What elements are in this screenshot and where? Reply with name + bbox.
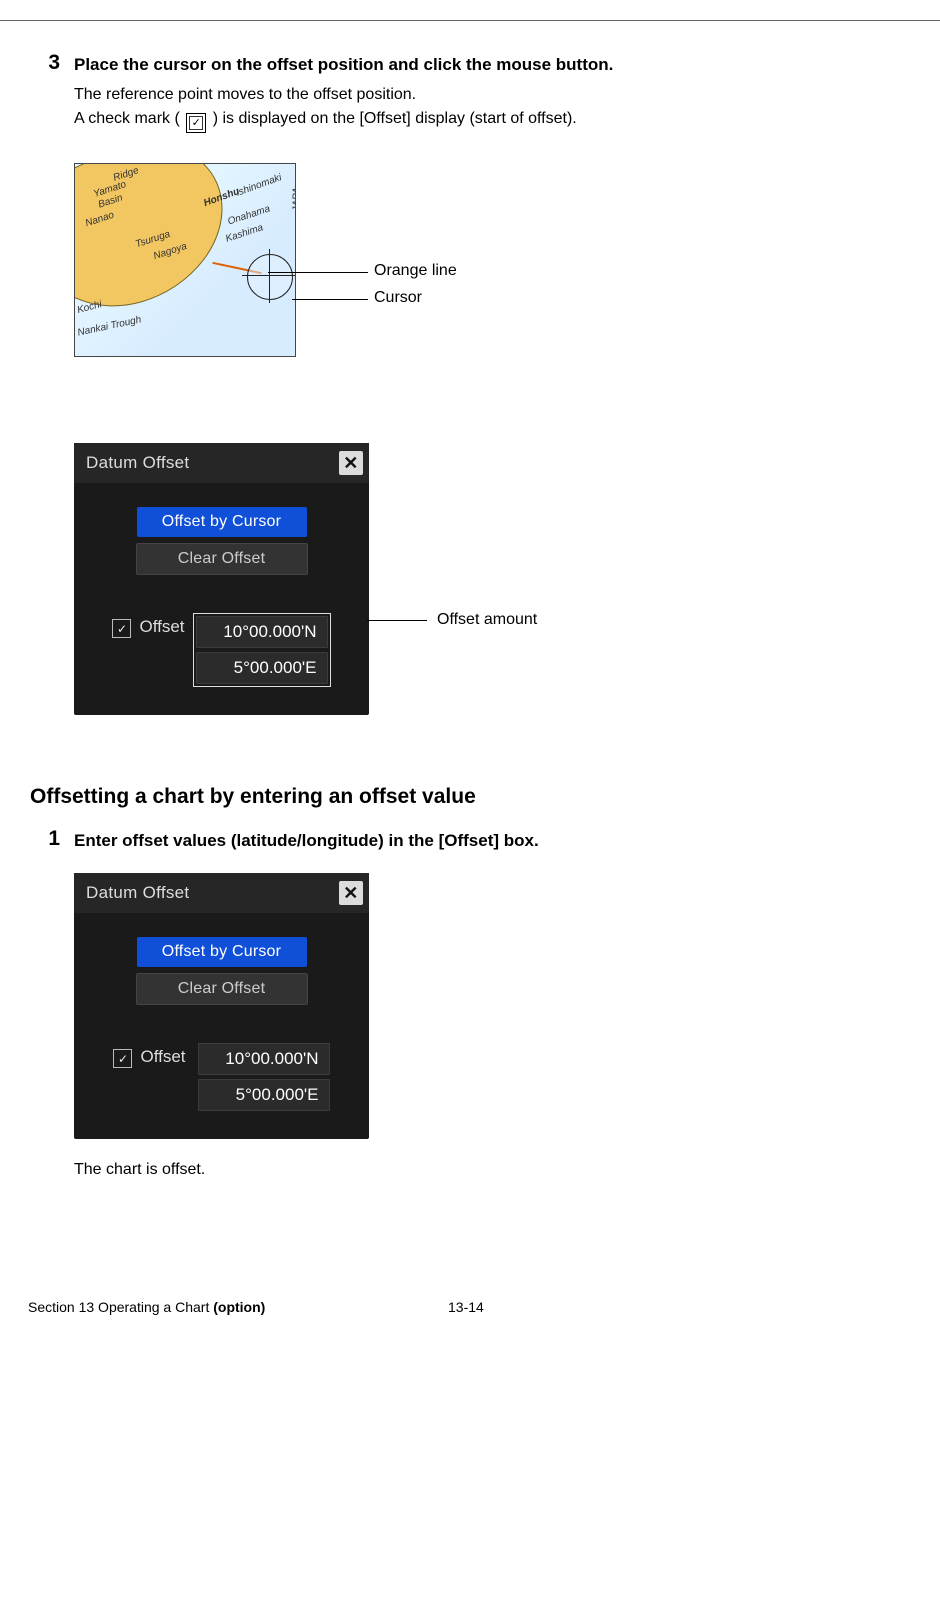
offset-by-cursor-button[interactable]: Offset by Cursor — [137, 937, 307, 967]
footer-page-number: 13-14 — [448, 1299, 484, 1315]
offset-lat-field[interactable]: 10°00.000'N — [196, 616, 328, 648]
close-icon[interactable]: ✕ — [339, 881, 363, 905]
offset-lon-field[interactable]: 5°00.000'E — [196, 652, 328, 684]
section-heading: Offsetting a chart by entering an offset… — [30, 785, 910, 809]
step-3-title: Place the cursor on the offset position … — [74, 51, 613, 79]
close-icon[interactable]: ✕ — [339, 451, 363, 475]
datum-offset-panel-1: Datum Offset ✕ Offset by Cursor Clear Of… — [74, 443, 910, 715]
datum-offset-window: Datum Offset ✕ Offset by Cursor Clear Of… — [74, 443, 369, 715]
offset-checkbox[interactable]: ✓ — [112, 619, 131, 638]
callout-offset-amount: Offset amount — [437, 611, 537, 629]
step-3-body: The reference point moves to the offset … — [74, 83, 910, 133]
clear-offset-button[interactable]: Clear Offset — [136, 973, 308, 1005]
checkbox-icon: ✓ — [186, 113, 206, 133]
map-image: Ridge Yamato Basin Nanao Tsuruga Nagoya … — [74, 163, 296, 357]
map-label: Ishinomaki — [235, 172, 284, 199]
step-1-header: 1 Enter offset values (latitude/longitud… — [30, 827, 910, 855]
callout-line-icon — [268, 272, 368, 273]
datum-offset-window: Datum Offset ✕ Offset by Cursor Clear Of… — [74, 873, 369, 1139]
step-3-line1: The reference point moves to the offset … — [74, 83, 910, 107]
cursor-circle-icon — [247, 254, 293, 300]
step-3-line2: A check mark ( ✓ ) is displayed on the [… — [74, 107, 910, 133]
map-label: Onahama — [226, 203, 271, 227]
offset-by-cursor-button[interactable]: Offset by Cursor — [137, 507, 307, 537]
map-label: Nankai Trough — [77, 314, 143, 338]
panel-title-bar: Datum Offset ✕ — [74, 443, 369, 483]
map-label: Kochi — [76, 299, 103, 316]
offset-lat-field[interactable]: 10°00.000'N — [198, 1043, 330, 1075]
callout-cursor: Cursor — [374, 289, 422, 307]
panel-title-bar: Datum Offset ✕ — [74, 873, 369, 913]
step-3-header: 3 Place the cursor on the offset positio… — [30, 51, 910, 79]
offset-lon-field[interactable]: 5°00.000'E — [198, 1079, 330, 1111]
offset-checkbox[interactable]: ✓ — [113, 1049, 132, 1068]
offset-label: Offset — [140, 1047, 185, 1067]
clear-offset-button[interactable]: Clear Offset — [136, 543, 308, 575]
callout-line-icon — [292, 299, 368, 300]
footer-section: Section 13 Operating a Chart (option) — [28, 1299, 448, 1315]
offset-amount-callout: Offset amount — [367, 611, 537, 629]
map-figure: Ridge Yamato Basin Nanao Tsuruga Nagoya … — [74, 163, 910, 363]
closing-text: The chart is offset. — [74, 1161, 910, 1179]
offset-label: Offset — [139, 617, 184, 637]
step-1-title: Enter offset values (latitude/longitude)… — [74, 827, 539, 855]
offset-value-highlight: 10°00.000'N 5°00.000'E — [193, 613, 331, 687]
step-number: 3 — [30, 51, 60, 79]
datum-offset-panel-2: Datum Offset ✕ Offset by Cursor Clear Of… — [74, 873, 910, 1139]
panel-title: Datum Offset — [86, 453, 189, 473]
map-label: JAPA — [292, 187, 296, 211]
page-footer: Section 13 Operating a Chart (option) 13… — [0, 1189, 940, 1333]
step-number: 1 — [30, 827, 60, 855]
callout-orange-line: Orange line — [374, 262, 457, 280]
panel-title: Datum Offset — [86, 883, 189, 903]
callout-line-icon — [367, 620, 427, 621]
